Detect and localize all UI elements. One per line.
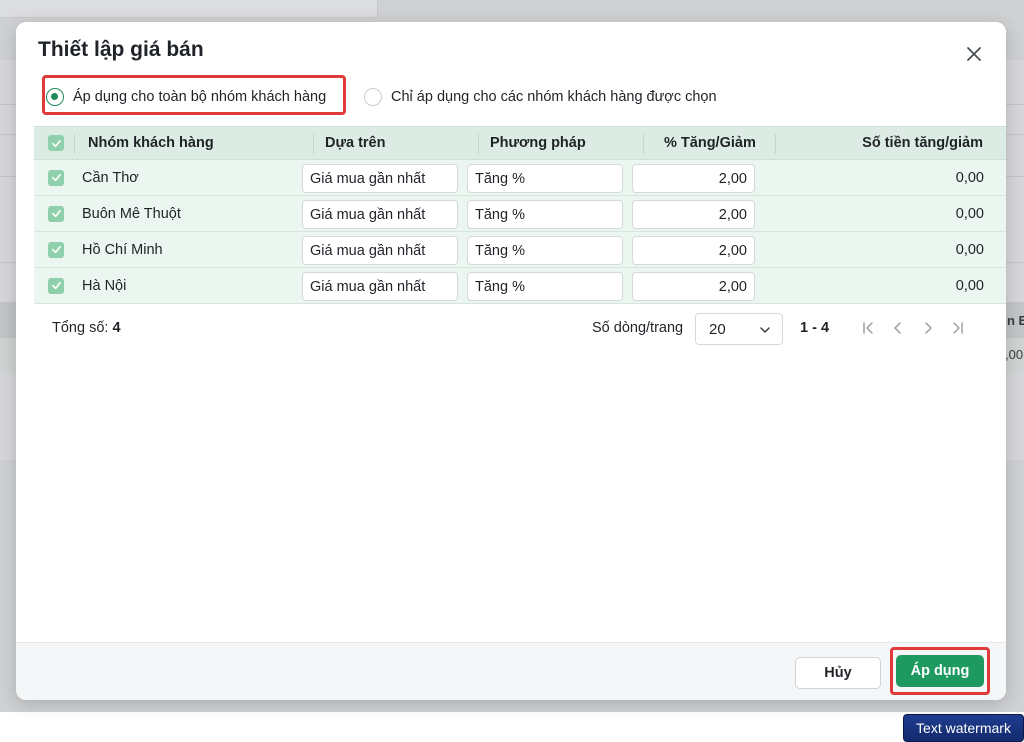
based-on-select[interactable]: Giá mua gần nhất bbox=[302, 236, 458, 265]
first-page-icon bbox=[863, 322, 873, 334]
based-on-select[interactable]: Giá mua gần nhất bbox=[302, 200, 458, 229]
header-divider bbox=[775, 134, 776, 154]
cancel-button[interactable]: Hủy bbox=[795, 657, 881, 689]
percent-input[interactable]: 2,00 bbox=[632, 164, 755, 193]
close-button[interactable] bbox=[962, 42, 986, 66]
chevron-down-icon bbox=[760, 327, 770, 333]
checkmark-icon bbox=[51, 139, 61, 147]
dialog-title: Thiết lập giá bán bbox=[38, 38, 204, 61]
header-divider bbox=[478, 134, 479, 154]
header-amount-change: Số tiền tăng/giảm bbox=[862, 135, 983, 151]
close-icon bbox=[967, 47, 981, 61]
first-page-button[interactable] bbox=[860, 320, 876, 336]
last-page-icon bbox=[953, 322, 963, 334]
last-page-button[interactable] bbox=[950, 320, 966, 336]
radio-apply-selected-groups[interactable]: Chỉ áp dụng cho các nhóm khách hàng được… bbox=[364, 82, 717, 112]
row-checkbox[interactable] bbox=[48, 277, 64, 294]
row-checkbox[interactable] bbox=[48, 241, 64, 258]
row-amount: 0,00 bbox=[955, 169, 984, 186]
table-row: Buôn Mê Thuột Giá mua gần nhất Tăng % 2,… bbox=[34, 196, 1006, 232]
apply-button[interactable]: Áp dụng bbox=[896, 655, 984, 687]
radio-unchecked-indicator[interactable] bbox=[364, 88, 382, 106]
background-header-peek: n E bbox=[1007, 313, 1024, 328]
previous-page-button[interactable] bbox=[890, 320, 906, 336]
method-select[interactable]: Tăng % bbox=[467, 272, 623, 301]
row-amount: 0,00 bbox=[955, 241, 984, 258]
based-on-select[interactable]: Giá mua gần nhất bbox=[302, 164, 458, 193]
rows-per-page-label: Số dòng/trang bbox=[592, 320, 684, 336]
total-value: 4 bbox=[112, 320, 121, 336]
checkmark-icon bbox=[51, 209, 61, 218]
row-amount: 0,00 bbox=[955, 277, 984, 294]
percent-input[interactable]: 2,00 bbox=[632, 272, 755, 301]
row-checkbox-cell[interactable] bbox=[48, 268, 64, 303]
price-setup-dialog: Thiết lập giá bán Áp dụng cho toàn bộ nh… bbox=[16, 22, 1006, 700]
total-count: Tổng số: 4 bbox=[52, 320, 121, 336]
method-select[interactable]: Tăng % bbox=[467, 200, 623, 229]
checkmark-icon bbox=[51, 173, 61, 182]
header-divider bbox=[643, 134, 644, 154]
header-select-all[interactable] bbox=[48, 127, 64, 159]
total-label: Tổng số: bbox=[52, 320, 109, 336]
percent-input[interactable]: 2,00 bbox=[632, 200, 755, 229]
table-row: Hà Nội Giá mua gần nhất Tăng % 2,00 0,00 bbox=[34, 268, 1006, 304]
radio-apply-all-groups[interactable]: Áp dụng cho toàn bộ nhóm khách hàng bbox=[46, 82, 326, 112]
header-method: Phương pháp bbox=[490, 135, 586, 151]
method-select[interactable]: Tăng % bbox=[467, 164, 623, 193]
radio-label: Chỉ áp dụng cho các nhóm khách hàng được… bbox=[391, 89, 717, 105]
rows-per-page-value: 20 bbox=[709, 320, 726, 338]
header-divider bbox=[313, 134, 314, 154]
based-on-select[interactable]: Giá mua gần nhất bbox=[302, 272, 458, 301]
background-topbar bbox=[0, 0, 378, 18]
percent-input[interactable]: 2,00 bbox=[632, 236, 755, 265]
chevron-right-icon bbox=[925, 322, 932, 334]
page-bottom-strip bbox=[0, 712, 1024, 742]
checkmark-icon bbox=[51, 281, 61, 290]
radio-label: Áp dụng cho toàn bộ nhóm khách hàng bbox=[73, 89, 327, 105]
page-range: 1 - 4 bbox=[800, 320, 830, 336]
header-percent-change: % Tăng/Giảm bbox=[664, 135, 756, 151]
rows-per-page-select[interactable]: 20 bbox=[695, 313, 783, 345]
row-group-name: Hà Nội bbox=[82, 277, 127, 294]
row-checkbox[interactable] bbox=[48, 169, 64, 186]
row-checkbox-cell[interactable] bbox=[48, 196, 64, 231]
table-row: Hồ Chí Minh Giá mua gần nhất Tăng % 2,00… bbox=[34, 232, 1006, 268]
checkmark-icon bbox=[51, 245, 61, 254]
row-group-name: Cần Thơ bbox=[82, 169, 139, 186]
header-divider bbox=[74, 134, 75, 154]
row-checkbox-cell[interactable] bbox=[48, 232, 64, 267]
text-watermark: Text watermark bbox=[903, 714, 1024, 742]
customer-group-table: Nhóm khách hàng Dựa trên Phương pháp % T… bbox=[34, 126, 1006, 304]
row-checkbox-cell[interactable] bbox=[48, 160, 64, 195]
select-all-checkbox[interactable] bbox=[48, 135, 64, 151]
header-customer-group: Nhóm khách hàng bbox=[88, 135, 214, 151]
table-header: Nhóm khách hàng Dựa trên Phương pháp % T… bbox=[34, 126, 1006, 160]
dialog-footer: Hủy Áp dụng bbox=[16, 642, 1006, 700]
method-select[interactable]: Tăng % bbox=[467, 236, 623, 265]
header-based-on: Dựa trên bbox=[325, 135, 386, 151]
radio-checked-indicator[interactable] bbox=[46, 88, 64, 106]
row-group-name: Hồ Chí Minh bbox=[82, 241, 163, 258]
row-checkbox[interactable] bbox=[48, 205, 64, 222]
background-cell-peek: ,00 bbox=[1005, 347, 1024, 362]
row-group-name: Buôn Mê Thuột bbox=[82, 205, 181, 222]
row-amount: 0,00 bbox=[955, 205, 984, 222]
table-row: Cần Thơ Giá mua gần nhất Tăng % 2,00 0,0… bbox=[34, 160, 1006, 196]
next-page-button[interactable] bbox=[920, 320, 936, 336]
chevron-left-icon bbox=[894, 322, 901, 334]
